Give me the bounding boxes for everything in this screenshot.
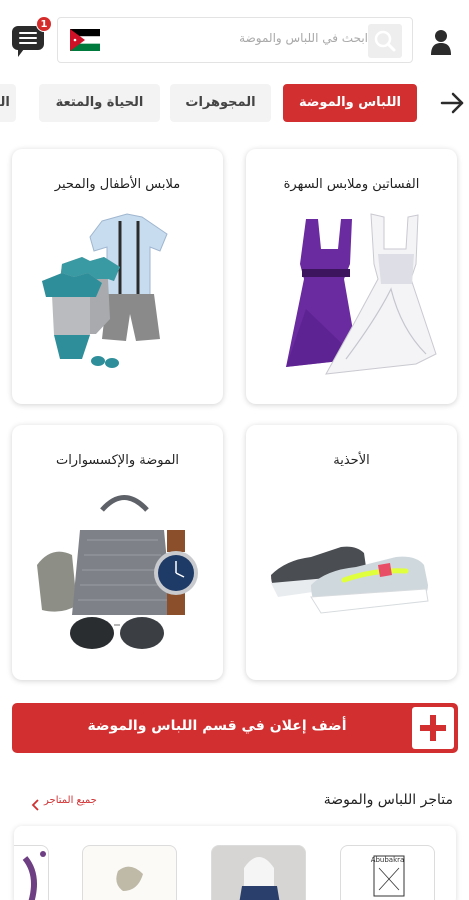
tab-partial[interactable]: الـ <box>0 84 16 122</box>
sneakers-image <box>266 485 437 655</box>
store-logo[interactable] <box>211 845 306 900</box>
category-title: الفساتين وملابس السهرة <box>283 177 420 192</box>
chevron-left-icon[interactable] <box>31 796 41 811</box>
top-bar: 1 ابحث في اللباس والموضة <box>0 0 469 76</box>
category-tabs: الـ الحياة والمتعة المجوهرات اللباس والم… <box>0 84 469 124</box>
search-icon <box>374 30 396 52</box>
store-logo-caption: Abubakra <box>370 856 405 864</box>
category-title: الموضة والإكسسوارات <box>55 453 180 468</box>
messages-button[interactable]: 1 <box>12 16 52 57</box>
category-card-accessories[interactable]: الموضة والإكسسوارات <box>12 425 223 680</box>
category-title: الأحذية <box>333 453 370 468</box>
dress-image <box>266 209 437 379</box>
stores-carousel[interactable]: Abubakra <box>14 826 456 900</box>
store-logo[interactable]: Abubakra <box>340 845 435 900</box>
category-card-dresses[interactable]: الفساتين وملابس السهرة <box>246 149 457 404</box>
user-profile-icon[interactable] <box>430 29 452 55</box>
category-card-shoes[interactable]: الأحذية <box>246 425 457 680</box>
jordan-flag-icon[interactable] <box>70 29 100 51</box>
tab-jewelry[interactable]: المجوهرات <box>170 84 271 122</box>
notification-badge: 1 <box>36 16 52 32</box>
search-bar[interactable]: ابحث في اللباس والموضة <box>57 17 413 63</box>
search-input[interactable]: ابحث في اللباس والموضة <box>118 31 368 45</box>
category-card-kids[interactable]: ملابس الأطفال والمحير <box>12 149 223 404</box>
store-logo[interactable] <box>82 845 177 900</box>
kids-clothes-image <box>32 209 203 379</box>
add-ad-label: أضف إعلان في قسم اللباس والموضة <box>87 718 347 734</box>
search-button[interactable] <box>368 24 402 58</box>
category-title: ملابس الأطفال والمحير <box>54 177 181 192</box>
tab-life-fun[interactable]: الحياة والمتعة <box>39 84 160 122</box>
add-ad-button[interactable]: أضف إعلان في قسم اللباس والموضة <box>12 703 458 753</box>
store-logo[interactable] <box>14 845 49 900</box>
accessories-image <box>32 485 203 655</box>
plus-icon <box>412 707 454 749</box>
stores-section-title: متاجر اللباس والموضة <box>323 792 453 808</box>
arrow-right-icon[interactable] <box>440 91 466 115</box>
tab-fashion[interactable]: اللباس والموضة <box>283 84 417 122</box>
